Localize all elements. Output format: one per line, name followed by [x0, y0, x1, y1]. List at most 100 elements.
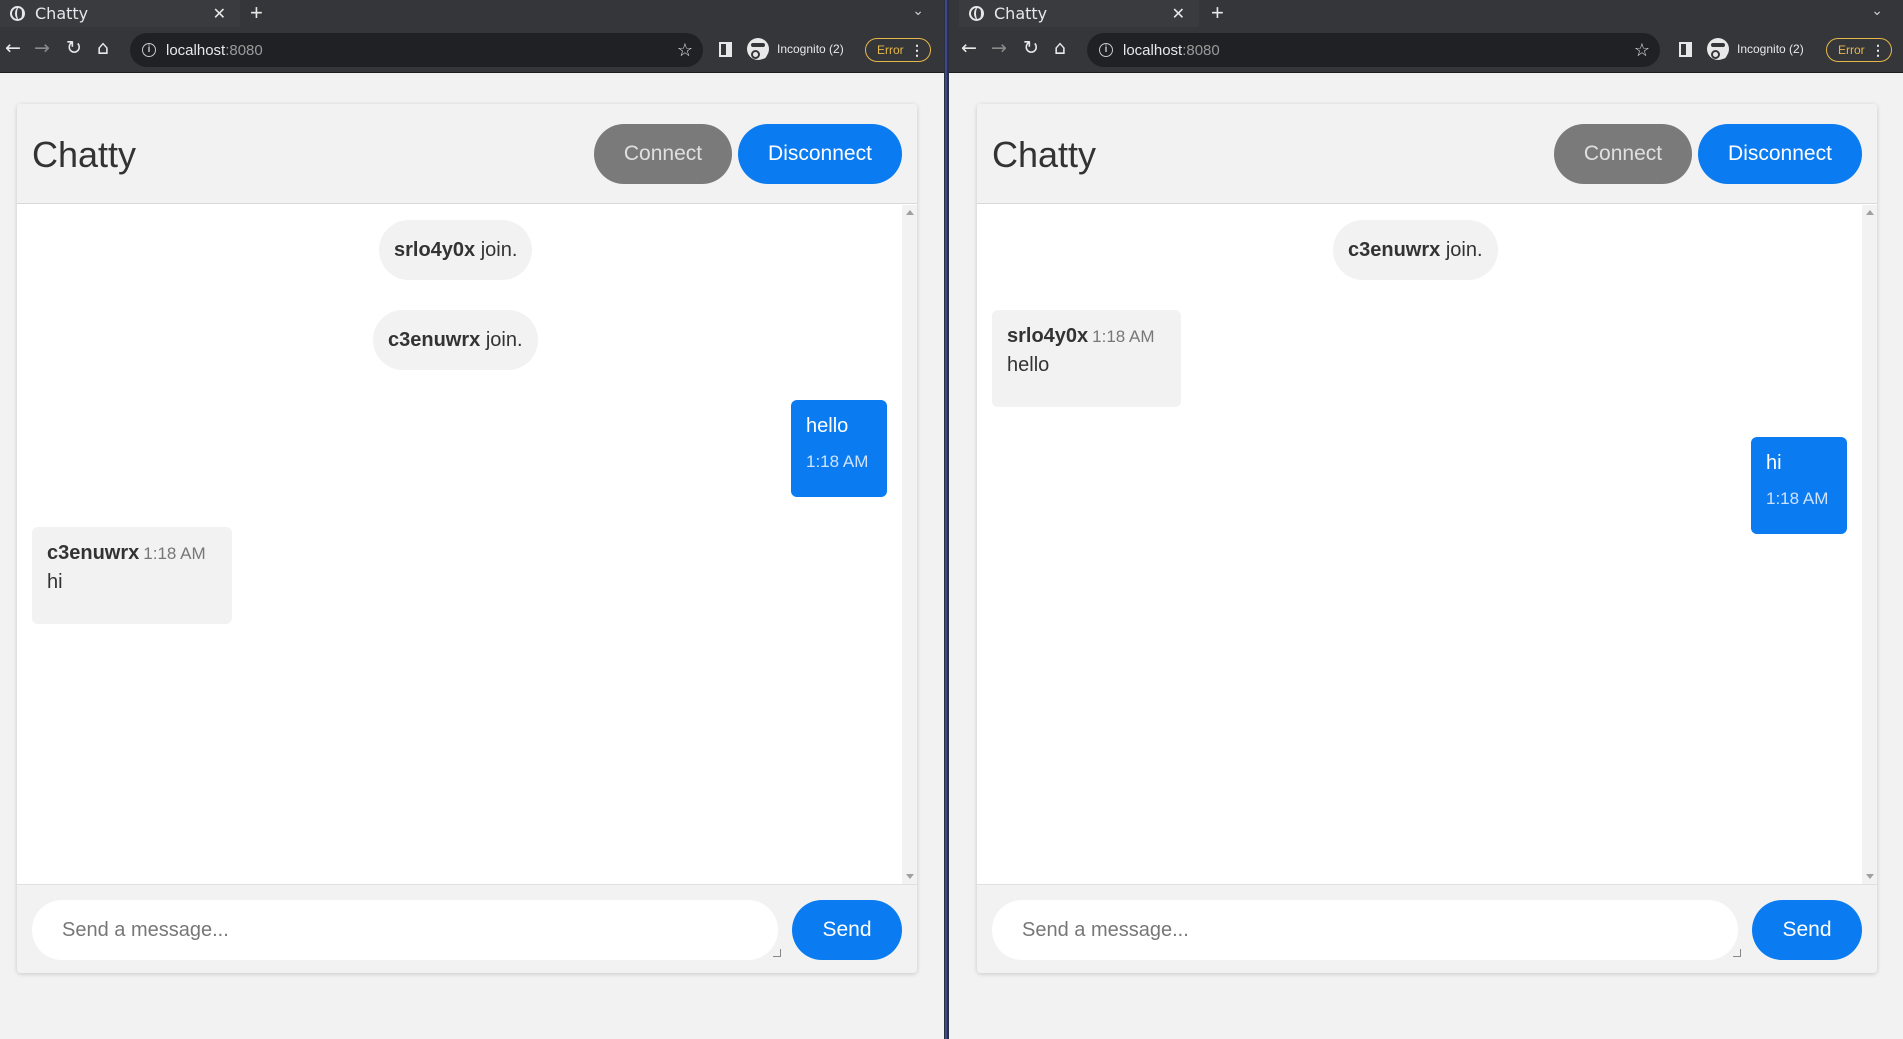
- reload-icon[interactable]: ↻: [1023, 37, 1039, 59]
- bookmark-star-icon[interactable]: ☆: [677, 40, 693, 61]
- own-message-time: 1:18 AM: [1766, 489, 1829, 508]
- close-tab-icon[interactable]: ✕: [213, 4, 226, 23]
- other-message-text: hello: [1007, 354, 1050, 376]
- scroll-down-arrow-icon[interactable]: [1866, 874, 1874, 879]
- address-bar[interactable]: i localhost:8080 ☆: [130, 33, 703, 67]
- message-composer: Send a message... Send: [977, 884, 1877, 973]
- forward-arrow-icon[interactable]: →: [34, 37, 50, 59]
- resize-handle-icon[interactable]: [1733, 949, 1741, 957]
- browser-window-right: Chatty ✕ + ⌄ ← → ↻ ⌂ i localhost:8080 ☆ …: [949, 0, 1903, 1039]
- send-button[interactable]: Send: [792, 900, 902, 960]
- url-host: localhost: [1123, 41, 1183, 59]
- own-message-text: hi: [1766, 452, 1782, 474]
- app-title: Chatty: [32, 134, 137, 175]
- error-button[interactable]: Error ⋮: [1826, 38, 1892, 62]
- system-message-text: join.: [480, 329, 523, 351]
- browser-tab[interactable]: Chatty ✕: [959, 0, 1199, 27]
- browser-tab[interactable]: Chatty ✕: [0, 0, 240, 27]
- back-arrow-icon[interactable]: ←: [961, 37, 977, 59]
- chat-header: Chatty Connect Disconnect: [17, 104, 917, 204]
- own-message-text: hello: [806, 415, 849, 437]
- scroll-up-arrow-icon[interactable]: [906, 210, 914, 215]
- incognito-label: Incognito (2): [1737, 42, 1804, 56]
- system-message: c3enuwrx join.: [373, 310, 538, 370]
- page-content: Chatty Connect Disconnect c3enuwrx join.…: [949, 74, 1903, 1039]
- tab-search-chevron-icon[interactable]: ⌄: [1871, 2, 1883, 19]
- globe-icon: [10, 6, 25, 21]
- system-message-text: join.: [1440, 239, 1483, 261]
- tab-strip: Chatty ✕ + ⌄: [0, 0, 944, 27]
- browser-toolbar: ← → ↻ ⌂ i localhost:8080 ☆ Incognito (2)…: [949, 27, 1903, 73]
- message-list[interactable]: srlo4y0x join. c3enuwrx join. hello 1:18…: [17, 205, 917, 884]
- message-scrollbar[interactable]: [1862, 205, 1877, 884]
- side-panel-icon[interactable]: [1679, 42, 1692, 57]
- send-button[interactable]: Send: [1752, 900, 1862, 960]
- scroll-down-arrow-icon[interactable]: [906, 874, 914, 879]
- site-info-icon[interactable]: i: [142, 43, 156, 57]
- chat-header: Chatty Connect Disconnect: [977, 104, 1877, 204]
- close-tab-icon[interactable]: ✕: [1172, 4, 1185, 23]
- other-message-time: 1:18 AM: [143, 544, 206, 563]
- other-message-bubble: srlo4y0x 1:18 AM hello: [992, 310, 1181, 407]
- incognito-icon: [1707, 38, 1729, 60]
- app-title: Chatty: [992, 134, 1097, 175]
- reload-icon[interactable]: ↻: [66, 37, 82, 59]
- back-arrow-icon[interactable]: ←: [5, 37, 21, 59]
- incognito-indicator[interactable]: Incognito (2): [747, 38, 844, 60]
- url-port: :8080: [1182, 41, 1220, 59]
- system-message-user: c3enuwrx: [388, 329, 481, 351]
- connect-button[interactable]: Connect: [1554, 124, 1692, 184]
- screen: Chatty ✕ + ⌄ ← → ↻ ⌂ i localhost:8080 ☆ …: [0, 0, 1903, 1039]
- new-tab-button[interactable]: +: [1211, 0, 1224, 27]
- disconnect-button[interactable]: Disconnect: [1698, 124, 1862, 184]
- address-bar[interactable]: i localhost:8080 ☆: [1087, 33, 1660, 67]
- menu-dots-icon[interactable]: ⋮: [910, 41, 924, 59]
- incognito-icon: [747, 38, 769, 60]
- browser-window-left: Chatty ✕ + ⌄ ← → ↻ ⌂ i localhost:8080 ☆ …: [0, 0, 944, 1039]
- system-message-user: c3enuwrx: [1348, 239, 1441, 261]
- home-icon[interactable]: ⌂: [1054, 37, 1066, 59]
- connect-button[interactable]: Connect: [594, 124, 732, 184]
- forward-arrow-icon[interactable]: →: [991, 37, 1007, 59]
- system-message-text: join.: [475, 239, 518, 261]
- globe-icon: [969, 6, 984, 21]
- page-content: Chatty Connect Disconnect srlo4y0x join.…: [0, 74, 944, 1039]
- error-label: Error: [877, 43, 904, 57]
- tab-title: Chatty: [994, 4, 1048, 23]
- chat-card: Chatty Connect Disconnect c3enuwrx join.…: [977, 104, 1877, 973]
- system-message: srlo4y0x join.: [379, 220, 533, 280]
- other-message-user: srlo4y0x: [1007, 325, 1089, 347]
- chat-card: Chatty Connect Disconnect srlo4y0x join.…: [17, 104, 917, 973]
- site-info-icon[interactable]: i: [1099, 43, 1113, 57]
- error-label: Error: [1838, 43, 1865, 57]
- own-message-bubble: hello 1:18 AM: [791, 400, 887, 497]
- url-port: :8080: [225, 41, 263, 59]
- message-scrollbar[interactable]: [902, 205, 917, 884]
- resize-handle-icon[interactable]: [773, 949, 781, 957]
- other-message-user: c3enuwrx: [47, 542, 140, 564]
- other-message-text: hi: [47, 571, 63, 593]
- disconnect-button[interactable]: Disconnect: [738, 124, 902, 184]
- message-input[interactable]: Send a message...: [32, 900, 778, 960]
- tab-title: Chatty: [35, 4, 89, 23]
- own-message-time: 1:18 AM: [806, 452, 869, 471]
- scroll-up-arrow-icon[interactable]: [1866, 210, 1874, 215]
- new-tab-button[interactable]: +: [250, 0, 263, 27]
- other-message-time: 1:18 AM: [1092, 327, 1155, 346]
- browser-toolbar: ← → ↻ ⌂ i localhost:8080 ☆ Incognito (2)…: [0, 27, 944, 73]
- home-icon[interactable]: ⌂: [97, 37, 109, 59]
- tab-strip: Chatty ✕ + ⌄: [949, 0, 1903, 27]
- system-message-user: srlo4y0x: [394, 239, 476, 261]
- tab-search-chevron-icon[interactable]: ⌄: [912, 2, 924, 19]
- other-message-bubble: c3enuwrx 1:18 AM hi: [32, 527, 232, 624]
- message-composer: Send a message... Send: [17, 884, 917, 973]
- bookmark-star-icon[interactable]: ☆: [1634, 40, 1650, 61]
- incognito-indicator[interactable]: Incognito (2): [1707, 38, 1804, 60]
- url-host: localhost: [166, 41, 226, 59]
- error-button[interactable]: Error ⋮: [865, 38, 931, 62]
- incognito-label: Incognito (2): [777, 42, 844, 56]
- side-panel-icon[interactable]: [719, 42, 732, 57]
- message-list[interactable]: c3enuwrx join. srlo4y0x 1:18 AM hello hi …: [977, 205, 1877, 884]
- message-input[interactable]: Send a message...: [992, 900, 1738, 960]
- menu-dots-icon[interactable]: ⋮: [1871, 41, 1885, 59]
